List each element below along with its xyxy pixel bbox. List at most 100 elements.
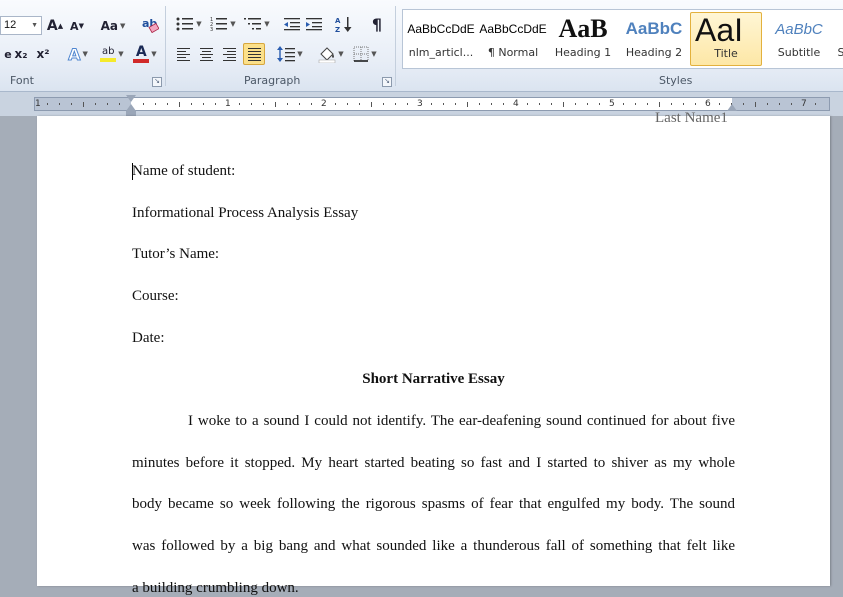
style-nlm-article[interactable]: AaBbCcDdE nlm_articl... (405, 12, 477, 66)
ruler-tick (251, 103, 252, 105)
ruler-tick (695, 103, 696, 105)
ruler-tick (659, 102, 660, 107)
first-line-indent-marker[interactable] (126, 95, 136, 102)
sort-button[interactable]: A Z (334, 14, 354, 34)
ruler-tick (311, 103, 312, 105)
style-name: Title (714, 47, 738, 60)
ruler-tick (431, 103, 432, 105)
highlight-button[interactable]: ab ▼ (96, 44, 128, 64)
ruler-tick (671, 103, 672, 105)
ruler-number: 5 (609, 99, 615, 109)
ruler-tick (359, 103, 360, 105)
ruler-tick (107, 103, 108, 105)
text-effects-button[interactable]: A ▼ (64, 44, 92, 64)
document-body[interactable]: Name of student: Informational Process A… (132, 116, 735, 596)
ruler-tick (275, 102, 276, 107)
style-name: S (837, 46, 843, 59)
style-more[interactable]: S (835, 12, 843, 66)
style-name: nlm_articl... (408, 46, 474, 59)
ruler-tick (443, 103, 444, 105)
subscript-button[interactable]: x₂ (12, 44, 30, 64)
grow-font-icon: A (46, 18, 58, 34)
body-line: minutes before it stopped. My heart star… (132, 455, 735, 471)
ruler-tick (407, 103, 408, 105)
highlight-icon: ab (100, 46, 117, 62)
align-center-button[interactable] (197, 44, 215, 64)
style-name: ¶ Normal (487, 46, 539, 59)
grow-font-button[interactable]: A ▲ (46, 16, 64, 36)
ruler-tick (479, 103, 480, 105)
ruler-number: 1 (225, 99, 231, 109)
style-preview: AaBbC (625, 19, 683, 38)
change-case-button[interactable]: Aa ▼ (100, 16, 126, 36)
ruler-tick (467, 102, 468, 107)
ruler-tick (743, 103, 744, 105)
ruler-tick (503, 103, 504, 105)
multilevel-list-icon (244, 18, 262, 30)
ruler-tick (179, 102, 180, 107)
ruler-tick (455, 103, 456, 105)
course-line: Course: (132, 288, 179, 304)
ruler-number: 6 (705, 99, 711, 109)
ruler-tick (347, 103, 348, 105)
clear-formatting-icon: ab (142, 17, 159, 33)
chevron-down-icon[interactable]: ▼ (31, 17, 38, 34)
bullets-button[interactable]: ▼ (174, 14, 204, 34)
student-name-line: Name of student: (132, 163, 236, 179)
ruler-tick (95, 103, 96, 105)
horizontal-ruler[interactable]: 1 1 2 3 4 5 6 7 (34, 97, 830, 111)
ruler-tick (815, 103, 816, 105)
ruler-tick (779, 103, 780, 105)
justify-button[interactable] (243, 43, 265, 65)
line-spacing-icon (277, 46, 296, 62)
style-heading-1[interactable]: AaB Heading 1 (547, 12, 619, 66)
clear-formatting-button[interactable]: ab (140, 14, 160, 34)
right-indent-marker[interactable] (727, 104, 737, 111)
ruler-tick (143, 103, 144, 105)
style-title[interactable]: AaI Title (690, 12, 762, 66)
ruler-tick (395, 103, 396, 105)
numbering-icon: 1 2 3 (210, 17, 228, 32)
font-color-button[interactable]: A ▼ (130, 44, 160, 64)
style-preview: AaBbCcDdE (479, 22, 547, 36)
multilevel-list-button[interactable]: ▼ (242, 14, 272, 34)
ruler-tick (335, 103, 336, 105)
styles-gallery: AaBbCcDdE nlm_articl... AaBbCcDdE ¶ Norm… (402, 9, 843, 69)
align-left-button[interactable] (174, 44, 192, 64)
hanging-indent-marker[interactable] (126, 104, 136, 111)
shading-button[interactable]: ▼ (316, 44, 346, 64)
style-heading-2[interactable]: AaBbC Heading 2 (618, 12, 690, 66)
align-right-button[interactable] (220, 44, 238, 64)
show-marks-button[interactable]: ¶ (368, 14, 386, 34)
ruler-tick (59, 103, 60, 105)
style-normal[interactable]: AaBbCcDdE ¶ Normal (477, 12, 549, 66)
style-name: Heading 2 (625, 46, 683, 59)
body-line: a building crumbling down. (132, 580, 299, 596)
ruler-tick (527, 103, 528, 105)
font-dialog-launcher-icon[interactable]: ↘ (152, 77, 162, 87)
svg-text:3: 3 (210, 27, 213, 32)
paragraph-dialog-launcher-icon[interactable]: ↘ (382, 77, 392, 87)
line-spacing-button[interactable]: ▼ (276, 44, 304, 64)
pilcrow-icon: ¶ (371, 14, 383, 34)
ruler-tick (191, 103, 192, 105)
text-effects-icon: A (68, 44, 81, 64)
ruler-tick (623, 103, 624, 105)
style-preview (835, 12, 843, 46)
style-subtitle[interactable]: AaBbC Subtitle (763, 12, 835, 66)
ruler-number: 2 (321, 99, 327, 109)
decrease-indent-button[interactable] (282, 14, 302, 34)
ruler-number: 4 (513, 99, 519, 109)
shrink-font-button[interactable]: A ▼ (68, 16, 86, 36)
ruler-tick (71, 103, 72, 105)
group-separator (395, 6, 396, 86)
superscript-button[interactable]: x² (34, 44, 52, 64)
borders-button[interactable]: ▼ (350, 44, 380, 64)
font-size-field[interactable]: 12 ▼ (0, 16, 42, 35)
align-left-icon (176, 47, 190, 61)
increase-indent-button[interactable] (304, 14, 324, 34)
ruler-tick (599, 103, 600, 105)
group-separator (165, 6, 166, 86)
numbering-button[interactable]: 1 2 3 ▼ (208, 14, 238, 34)
document-page[interactable]: Last Name1 Name of student: Informationa… (37, 110, 830, 596)
